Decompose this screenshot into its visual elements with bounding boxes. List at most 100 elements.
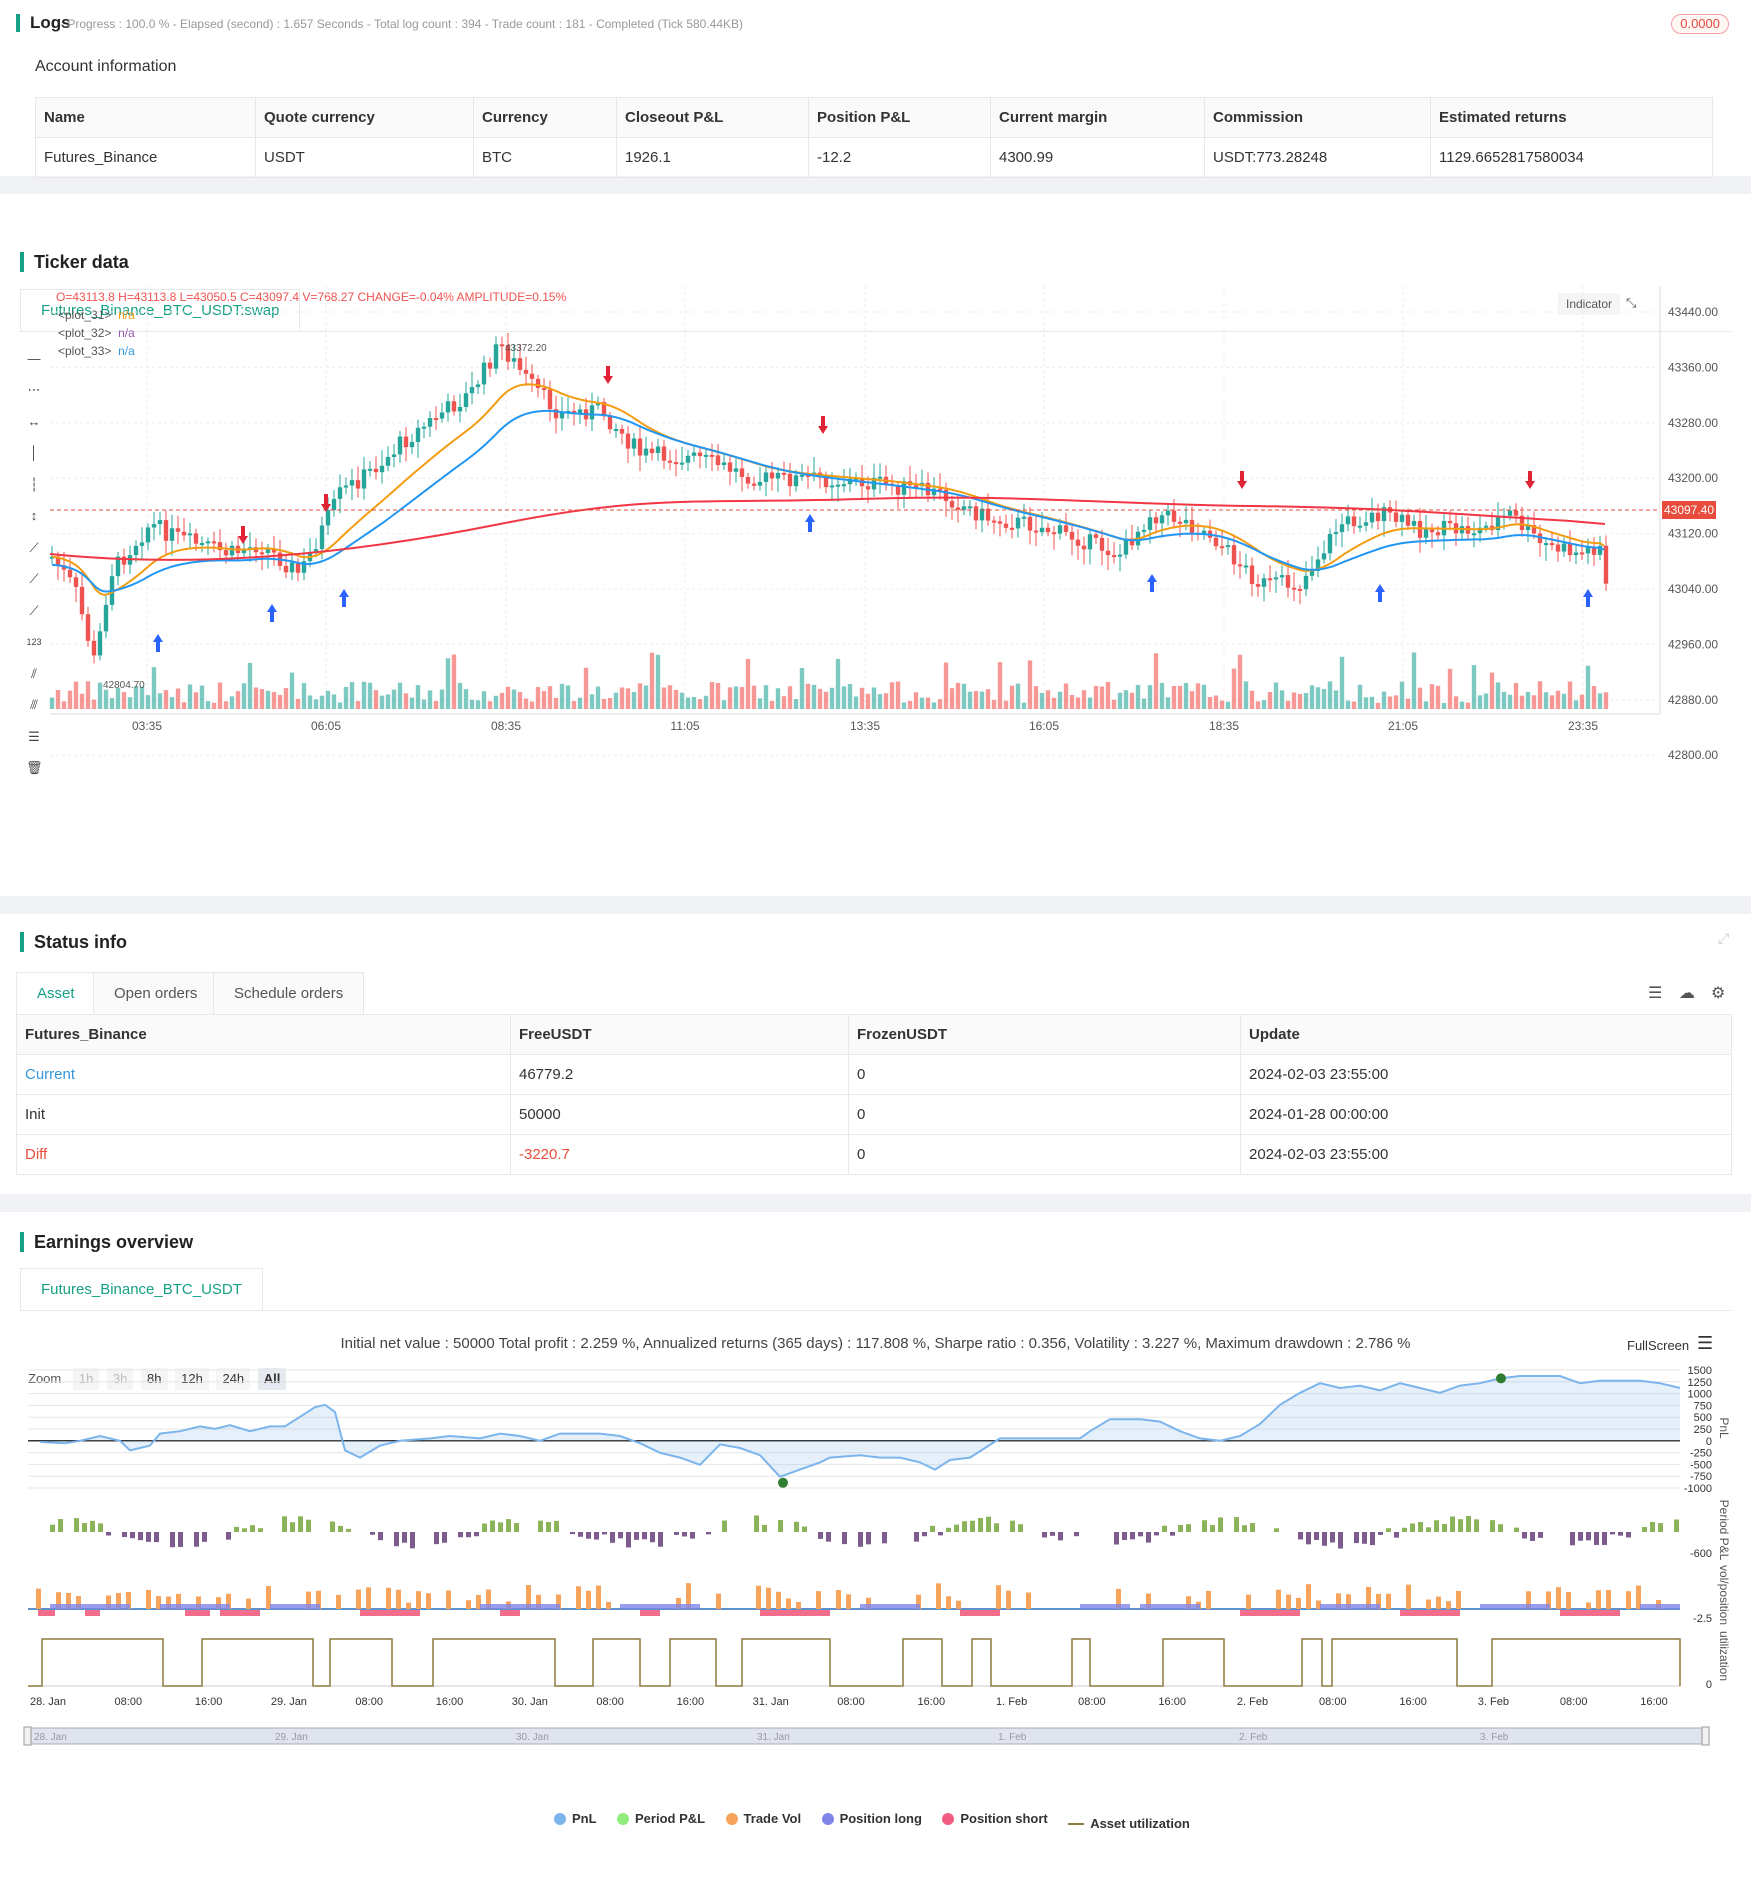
y-tick-label: 43280.00 — [1668, 416, 1718, 430]
volume-bar — [1286, 701, 1290, 709]
tab-open-orders[interactable]: Open orders — [93, 972, 218, 1014]
tab-schedule-orders[interactable]: Schedule orders — [213, 972, 364, 1014]
candle-body — [1418, 521, 1422, 538]
volume-bar — [386, 694, 390, 709]
volume-bar — [560, 684, 564, 709]
candle-body — [104, 605, 108, 631]
volume-bar — [590, 694, 594, 709]
volume-bar — [818, 689, 822, 709]
position-long-bar — [270, 1604, 320, 1609]
candle-body — [386, 457, 390, 466]
period-pnl-bar — [1394, 1532, 1399, 1538]
legend-period-pnl[interactable]: Period P&L — [617, 1811, 705, 1826]
cell: -12.2 — [809, 138, 991, 178]
legend-trade-vol[interactable]: Trade Vol — [726, 1811, 802, 1826]
volume-bar — [986, 689, 990, 709]
volume-bar — [1256, 701, 1260, 709]
trade-vol-bar — [936, 1583, 941, 1609]
legend-position-long[interactable]: Position long — [822, 1811, 922, 1826]
period-pnl-bar — [1642, 1527, 1647, 1532]
period-pnl-bar — [1378, 1532, 1383, 1535]
legend-position-short[interactable]: Position short — [942, 1811, 1047, 1826]
candle-body — [74, 577, 78, 587]
candle-body — [1358, 526, 1362, 528]
candlestick-chart[interactable]: 43440.00 43360.00 43280.00 43200.00 43120.00… — [0, 194, 1751, 896]
volume-bar — [698, 699, 702, 709]
pnl-tick-label: 1250 — [1688, 1377, 1712, 1389]
period-pnl-bar — [138, 1532, 143, 1540]
candle-body — [1106, 551, 1110, 555]
trade-vol-bar — [1386, 1594, 1391, 1609]
volume-bar — [926, 698, 930, 709]
volume-bar — [578, 698, 582, 709]
candle-body — [1298, 589, 1302, 591]
volume-bar — [104, 690, 108, 709]
volume-bar — [1598, 693, 1602, 709]
candle-body — [122, 557, 126, 565]
list-icon[interactable]: ☰ — [1648, 983, 1662, 1003]
candle-body — [1232, 545, 1236, 564]
x-tick-label: 29. Jan — [271, 1696, 307, 1708]
period-pnl-bar — [1474, 1519, 1479, 1532]
col-update: Update — [1241, 1015, 1732, 1055]
cloud-download-icon[interactable]: ☁ — [1679, 983, 1695, 1003]
candle-body — [1400, 515, 1404, 522]
volume-bar — [320, 696, 324, 709]
period-pnl-bar — [802, 1527, 807, 1532]
candle-body — [1346, 516, 1350, 524]
cell: 2024-02-03 23:55:00 — [1241, 1135, 1732, 1175]
volume-bar — [596, 687, 600, 709]
period-pnl-bar — [682, 1532, 687, 1536]
legend-pnl[interactable]: PnL — [554, 1811, 597, 1826]
volume-bar — [1094, 686, 1098, 709]
settings-gear-icon[interactable]: ⚙ — [1711, 983, 1725, 1003]
trade-vol-bar — [1026, 1593, 1031, 1609]
volume-bar — [1544, 692, 1548, 709]
period-pnl-bar — [954, 1525, 959, 1532]
volume-bar — [620, 687, 624, 709]
x-tick-label: 06:05 — [311, 719, 341, 733]
candle-body — [1562, 544, 1566, 552]
volume-bar — [830, 688, 834, 709]
candle-body — [740, 468, 744, 477]
candle-body — [260, 552, 264, 554]
period-pnl-bar — [226, 1532, 231, 1540]
candle-body — [548, 390, 552, 410]
expand-icon[interactable]: ⤢ — [1718, 930, 1729, 947]
position-short-bar — [500, 1610, 520, 1616]
earnings-chart[interactable]: 1500125010007505002500-250-500-750-1000P… — [0, 1212, 1751, 1891]
trade-vol-bar — [596, 1586, 601, 1609]
period-pnl-bar — [1442, 1524, 1447, 1532]
candle-body — [542, 388, 546, 390]
volume-bar — [248, 663, 252, 709]
period-pnl-bar — [1530, 1532, 1535, 1541]
volume-bar — [1532, 695, 1536, 709]
volume-bar — [554, 698, 558, 709]
tab-asset[interactable]: Asset — [16, 972, 96, 1014]
candle-body — [1160, 515, 1164, 523]
volume-bar — [1064, 684, 1068, 709]
period-pnl-bar — [1234, 1517, 1239, 1532]
trade-vol-bar — [1456, 1591, 1461, 1609]
candle-body — [800, 475, 804, 477]
candle-body — [1508, 511, 1512, 516]
candle-body — [1148, 517, 1152, 530]
volume-bar — [614, 693, 618, 709]
candle-body — [608, 416, 612, 429]
volume-bar — [368, 683, 372, 709]
candle-body — [1070, 532, 1074, 540]
candle-body — [950, 501, 954, 507]
x-tick-label: 3. Feb — [1478, 1696, 1509, 1708]
candle-body — [1352, 516, 1356, 526]
period-pnl-bar — [234, 1527, 239, 1532]
short-signal-arrow — [818, 416, 828, 434]
volume-bar — [1382, 692, 1386, 709]
volume-bar — [512, 689, 516, 709]
candle-body — [1244, 565, 1248, 567]
volume-bar — [1226, 702, 1230, 709]
legend-asset-utilization[interactable]: Asset utilization — [1068, 1816, 1190, 1831]
volume-bar — [1568, 681, 1572, 709]
trade-vol-bar — [336, 1595, 341, 1609]
candle-body — [1052, 532, 1056, 534]
y-tick-label: 43200.00 — [1668, 471, 1718, 485]
